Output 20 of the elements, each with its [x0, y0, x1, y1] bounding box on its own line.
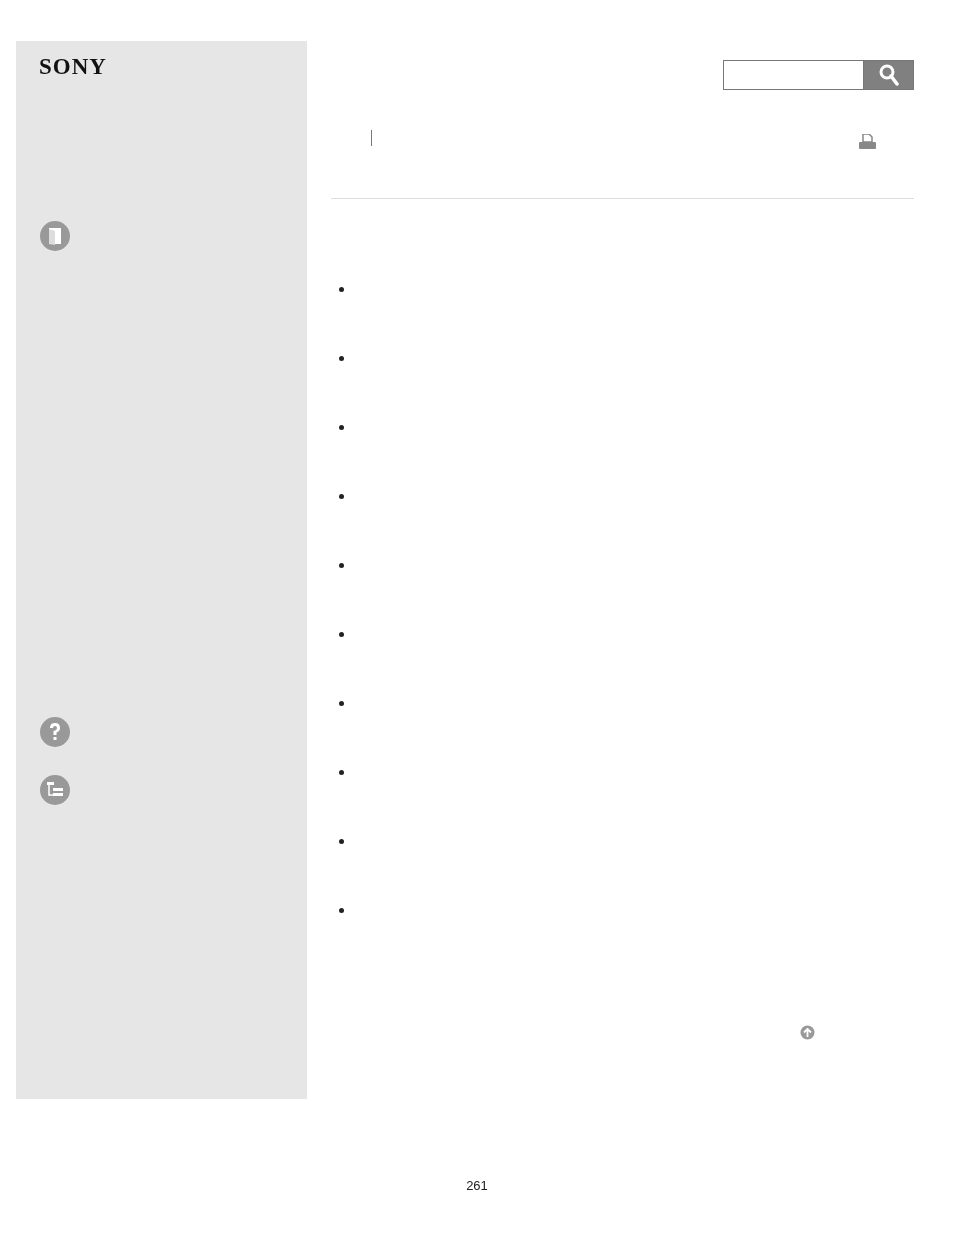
bullet-icon — [339, 494, 344, 499]
bullet-icon — [339, 908, 344, 913]
print-icon[interactable] — [859, 134, 876, 150]
book-icon[interactable] — [39, 220, 71, 252]
logo[interactable]: SONY — [39, 55, 107, 78]
bullet-icon — [339, 356, 344, 361]
bullet-icon — [339, 839, 344, 844]
search-field[interactable] — [723, 60, 863, 90]
back-to-top-icon[interactable] — [800, 1025, 815, 1041]
search-button[interactable] — [863, 60, 914, 90]
bullet-icon — [339, 701, 344, 706]
bullet-icon — [339, 770, 344, 775]
bullet-icon — [339, 632, 344, 637]
site-map-icon[interactable] — [39, 774, 71, 806]
bullet-icon — [339, 563, 344, 568]
help-icon[interactable] — [39, 716, 71, 748]
search-icon — [878, 64, 899, 86]
bullet-icon — [339, 287, 344, 292]
bullet-icon — [339, 425, 344, 430]
page-number: 261 — [466, 1178, 488, 1193]
